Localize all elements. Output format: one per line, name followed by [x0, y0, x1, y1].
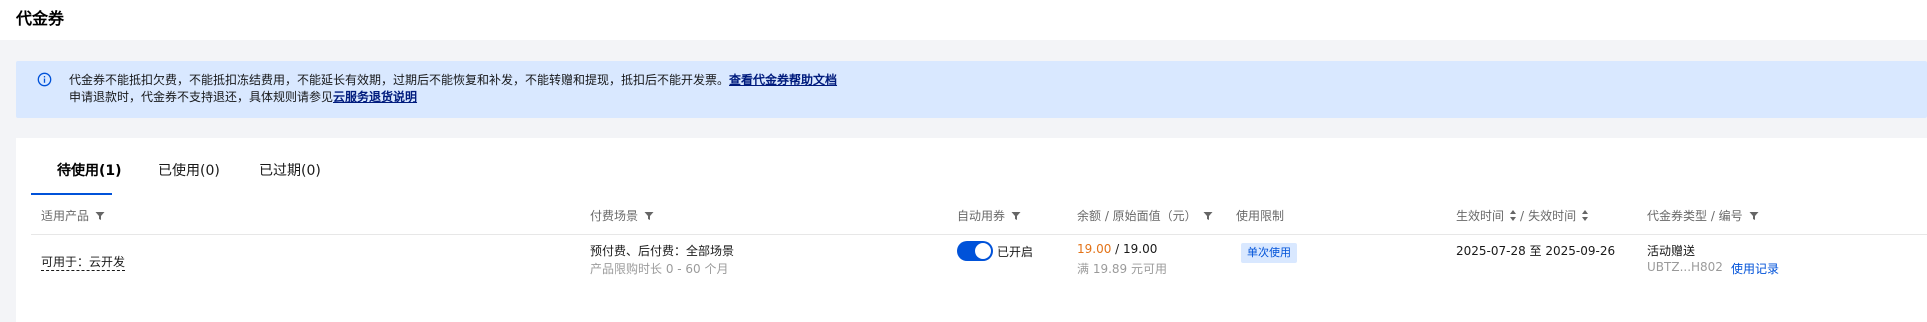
column-header-auto: 自动用券: [957, 207, 1021, 224]
column-header-time: 生效时间 / 失效时间: [1456, 207, 1592, 224]
row-type: 活动赠送: [1647, 244, 1696, 258]
column-label-auto: 自动用券: [957, 209, 1006, 223]
column-header-limit: 使用限制: [1236, 207, 1284, 224]
column-label-product: 适用产品: [41, 209, 90, 223]
row-code: UBTZ...H802: [1647, 260, 1723, 274]
applicable-product[interactable]: 可用于：云开发: [41, 255, 126, 271]
sort-icon[interactable]: [1509, 210, 1517, 221]
column-label-limit: 使用限制: [1236, 209, 1285, 223]
column-header-balance: 余额 / 原始面值（元）: [1077, 207, 1213, 224]
filter-icon[interactable]: [1203, 211, 1213, 221]
tab-pending[interactable]: 待使用(1): [57, 160, 122, 180]
column-header-scene: 付费场景: [590, 207, 654, 224]
balance-sep: /: [1111, 242, 1124, 256]
column-label-sep: /: [1520, 208, 1525, 223]
page-title: 代金券: [16, 9, 65, 28]
sort-icon[interactable]: [1581, 210, 1589, 221]
column-header-type: 代金券类型 / 编号: [1647, 207, 1759, 224]
refund-rules-link[interactable]: 云服务退货说明: [333, 90, 417, 104]
row-period: 2025-07-28 至 2025-09-26: [1456, 244, 1616, 258]
notice-text-1: 代金券不能抵扣欠费，不能抵扣冻结费用，不能延长有效期，过期后不能恢复和补发，不能…: [69, 73, 730, 87]
column-label-effective[interactable]: 生效时间: [1456, 207, 1504, 224]
row-scene-main: 预付费、后付费：全部场景: [590, 244, 735, 258]
column-header-product: 适用产品: [41, 207, 105, 224]
table-header: 适用产品 付费场景 自动用券 余额 / 原始面值（元） 使用限制 生效时间 / …: [16, 195, 1927, 234]
voucher-help-doc-link[interactable]: 查看代金券帮助文档: [729, 73, 837, 87]
row-threshold: 满 19.89 元可用: [1077, 262, 1167, 276]
balance-value: 19.00: [1077, 242, 1112, 256]
table-divider: [31, 234, 1927, 235]
voucher-card: 待使用(1) 已使用(0) 已过期(0) 适用产品 付费场景 自动用券 余额 /…: [16, 138, 1927, 322]
filter-icon[interactable]: [95, 211, 105, 221]
filter-icon[interactable]: [1011, 211, 1021, 221]
notice-text-2: 申请退款时，代金券不支持退还，具体规则请参见: [69, 90, 334, 104]
notice-line-1: 代金券不能抵扣欠费，不能抵扣冻结费用，不能延长有效期，过期后不能恢复和补发，不能…: [69, 72, 837, 89]
usage-record-link[interactable]: 使用记录: [1731, 260, 1779, 277]
column-label-type: 代金券类型 / 编号: [1647, 209, 1743, 223]
filter-icon[interactable]: [644, 211, 654, 221]
tab-used[interactable]: 已使用(0): [158, 160, 220, 180]
row-balance: 19.00 / 19.00: [1077, 242, 1157, 256]
notice-line-2: 申请退款时，代金券不支持退还，具体规则请参见云服务退货说明: [69, 89, 417, 106]
row-product[interactable]: 可用于：云开发: [41, 253, 126, 271]
original-value: 19.00: [1123, 242, 1158, 256]
toggle-knob: [975, 243, 991, 259]
top-header: 代金券: [0, 0, 1927, 40]
tab-expired[interactable]: 已过期(0): [259, 160, 321, 180]
voucher-tabs: 待使用(1) 已使用(0) 已过期(0): [31, 138, 1911, 195]
auto-use-label: 已开启: [997, 245, 1034, 259]
column-label-expire[interactable]: 失效时间: [1528, 207, 1576, 224]
info-circle-icon: [37, 72, 52, 87]
usage-limit-badge: 单次使用: [1241, 243, 1297, 263]
notice-banner: 代金券不能抵扣欠费，不能抵扣冻结费用，不能延长有效期，过期后不能恢复和补发，不能…: [16, 61, 1927, 118]
auto-use-toggle[interactable]: [957, 241, 993, 261]
column-label-scene: 付费场景: [590, 209, 639, 223]
column-label-balance: 余额 / 原始面值（元）: [1077, 209, 1197, 223]
filter-icon[interactable]: [1749, 211, 1759, 221]
row-scene-sub: 产品限购时长 0 - 60 个月: [590, 262, 729, 276]
